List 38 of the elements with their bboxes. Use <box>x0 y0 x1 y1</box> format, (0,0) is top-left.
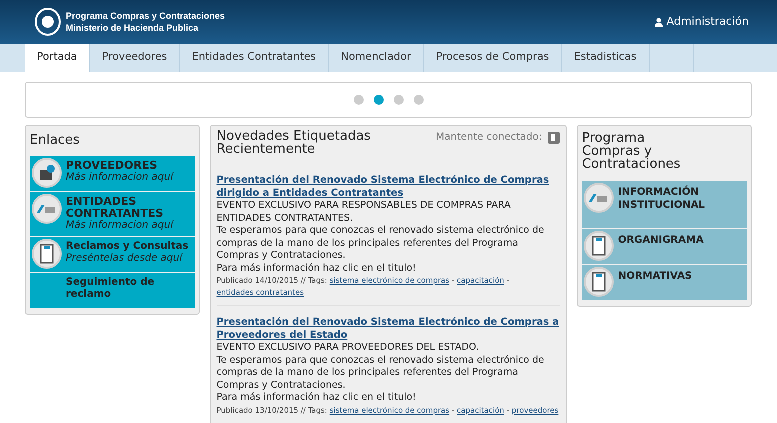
clipboard-icon <box>40 244 54 264</box>
link-title: Seguimiento de reclamo <box>66 276 156 300</box>
program-link-title: NORMATIVAS <box>618 270 694 283</box>
briefcase-icon <box>38 164 56 182</box>
clipboard-icon <box>592 272 606 292</box>
panel-title: Novedades Etiquetadas Recientemente <box>216 130 372 156</box>
link-subtitle: Preséntelas desde aquí <box>66 252 184 264</box>
post-text: EVENTO EXCLUSIVO PARA RESPONSABLES DE COMPRAS PARA ENTIDADES CONTRATANTES. <box>216 200 512 225</box>
clipboard-icon <box>592 236 606 256</box>
program-link[interactable]: INFORMACIÓN INSTITUCIONAL <box>582 181 747 228</box>
program-link-title: INFORMACIÓN INSTITUCIONAL <box>618 186 706 212</box>
panel-title: Enlaces <box>30 132 81 150</box>
link-card[interactable]: PROVEEDORES Más informacion aquí <box>30 156 195 190</box>
program-link[interactable]: NORMATIVAS <box>582 265 747 300</box>
link-title: Reclamos y Consultas <box>66 240 190 252</box>
site-title: Ministerio de Hacienda Publica <box>66 22 200 34</box>
link-card[interactable]: Seguimiento de reclamo <box>30 272 195 308</box>
user-icon <box>654 18 663 26</box>
admin-link[interactable]: Administración <box>654 14 749 30</box>
post-title-link[interactable]: Presentación del Renovado Sistema Electrónico de Compras a Proveedores del Estado <box>216 316 560 342</box>
link-title: PROVEEDORES <box>66 160 159 172</box>
program-link[interactable]: ORGANIGRAMA <box>582 229 747 264</box>
site-title: Programa Compras y Contrataciones <box>66 10 226 22</box>
link-subtitle: Más informacion aquí <box>66 172 176 184</box>
post-text: Para más información haz clic en el titulo! <box>216 392 418 404</box>
post-text: Te esperamos para que conozcas el renovado sistema electrónico de compras de la mano de los principales referentes del Programa Compras y Contrataciones. <box>216 225 546 262</box>
nav-tab[interactable]: Portada <box>25 44 90 72</box>
program-link-title: ORGANIGRAMA <box>618 234 705 247</box>
link-subtitle: Más informacion aquí <box>66 220 176 232</box>
post-text: Te esperamos para que conozcas el renovado sistema electrónico de compras de la mano de los principales referentes del Programa Compras y Contrataciones. <box>216 354 546 392</box>
panel-title: Programa Compras y Contrataciones <box>582 130 682 174</box>
link-card[interactable]: Reclamos y Consultas Preséntelas desde aquí <box>30 236 195 272</box>
link-card[interactable]: ENTIDADES CONTRATANTES Más informacion aquí <box>30 192 195 236</box>
post-text: EVENTO EXCLUSIVO PARA PROVEEDORES DEL ESTADO. <box>216 342 480 354</box>
link-title: ENTIDADES CONTRATANTES <box>66 196 165 220</box>
post-title-link[interactable]: Presentación del Renovado Sistema Electrónico de Compras dirigido a Entidades Contratantes <box>216 174 560 200</box>
post-text: Para más información haz clic en el titulo! <box>216 262 418 275</box>
keep-connected-label: Mantente conectado: <box>436 131 542 145</box>
